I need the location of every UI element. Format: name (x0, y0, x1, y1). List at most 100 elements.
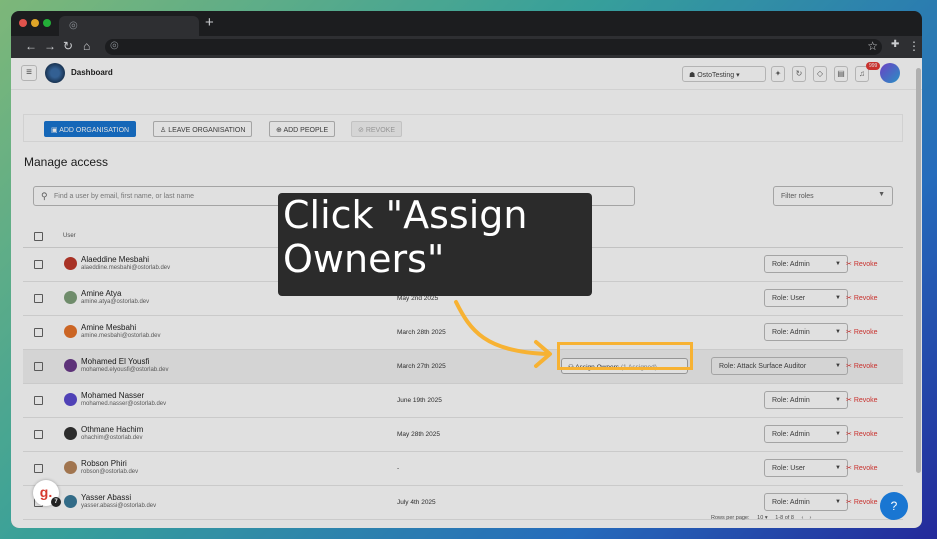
revoke-link[interactable]: ✂ Revoke (846, 294, 878, 302)
row-checkbox[interactable] (34, 260, 43, 269)
user-avatar[interactable] (880, 63, 900, 83)
ostorlab-logo[interactable] (45, 63, 65, 83)
chevron-down-icon: ▼ (835, 329, 841, 335)
user-avatar (64, 393, 77, 406)
id-card-icon[interactable]: ▤ (834, 66, 848, 82)
revoke-icon: ✂ (846, 329, 852, 336)
home-icon[interactable]: ⌂ (83, 39, 90, 53)
role-select[interactable]: Role: Admin ▼ (764, 493, 848, 511)
pagination-range: 1-8 of 8 (775, 515, 794, 521)
revoke-link[interactable]: ✂ Revoke (846, 396, 878, 404)
revoke-label: Revoke (853, 261, 878, 268)
revoke-icon: ✂ (846, 363, 852, 370)
user-email: amine.mesbahi@ostorlab.dev (81, 333, 161, 339)
table-row: Robson Phiri robson@ostorlab.dev - Role: Us… (23, 452, 903, 486)
user-avatar (64, 291, 77, 304)
revoke-label: REVOKE (365, 127, 395, 134)
row-checkbox[interactable] (34, 362, 43, 371)
new-tab-button[interactable]: + (205, 14, 214, 31)
role-select[interactable]: Role: Admin ▼ (764, 255, 848, 273)
filter-roles-select[interactable]: Filter roles ▼ (773, 186, 893, 206)
revoke-link[interactable]: ✂ Revoke (846, 328, 878, 336)
user-date: March 28th 2025 (397, 329, 446, 336)
row-checkbox[interactable] (34, 396, 43, 405)
browser-navbar: ← → ↻ ⌂ ◎ ☆ ✚ ⋮ (11, 36, 922, 58)
browser-menu-icon[interactable]: ⋮ (908, 39, 920, 53)
user-email: robson@ostorlab.dev (81, 469, 139, 475)
user-avatar (64, 257, 77, 270)
chevron-down-icon: ▼ (835, 295, 841, 301)
revoke-label: Revoke (853, 397, 878, 404)
maximize-window-dot[interactable] (43, 19, 51, 27)
user-email: ohachim@ostorlab.dev (81, 435, 143, 441)
next-page-icon[interactable]: › (810, 515, 812, 521)
globe-icon: ◎ (69, 20, 78, 31)
revoke-link[interactable]: ✂ Revoke (846, 498, 878, 506)
user-avatar (64, 359, 77, 372)
back-icon[interactable]: ← (25, 39, 37, 53)
role-value: Role: Admin (772, 397, 810, 404)
row-checkbox[interactable] (34, 294, 43, 303)
extensions-icon[interactable]: ✚ (891, 39, 899, 50)
row-checkbox[interactable] (34, 430, 43, 439)
browser-tab[interactable]: ◎ (59, 16, 199, 36)
leave-organisation-label: LEAVE ORGANISATION (168, 127, 246, 134)
row-checkbox[interactable] (34, 464, 43, 473)
user-avatar (64, 325, 77, 338)
revoke-label: Revoke (853, 329, 878, 336)
role-select[interactable]: Role: Attack Surface Auditor ▼ (711, 357, 848, 375)
refresh-icon[interactable]: ↻ (792, 66, 806, 82)
user-name: Amine Atya (81, 289, 122, 298)
minimize-window-dot[interactable] (31, 19, 39, 27)
reload-icon[interactable]: ↻ (63, 39, 73, 53)
row-checkbox[interactable] (34, 328, 43, 337)
help-button[interactable]: ? (880, 492, 908, 520)
tab-bar: ◎ + (11, 11, 922, 36)
user-name: Robson Phiri (81, 459, 127, 468)
action-toolbar: ▣ ADD ORGANISATION ♙ LEAVE ORGANISATION … (23, 114, 903, 142)
user-date: March 27th 2025 (397, 363, 446, 370)
revoke-label: Revoke (853, 465, 878, 472)
leave-organisation-button[interactable]: ♙ LEAVE ORGANISATION (153, 121, 253, 137)
rows-per-page-label: Rows per page: (711, 515, 750, 521)
organisation-name: OstoTesting (697, 72, 735, 79)
chevron-down-icon: ▼ (835, 431, 841, 437)
shield-icon[interactable]: ◇ (813, 66, 827, 82)
revoke-link[interactable]: ✂ Revoke (846, 430, 878, 438)
role-select[interactable]: Role: User ▼ (764, 289, 848, 307)
user-name: Mohamed Nasser (81, 391, 145, 400)
user-email: alaeddine.mesbahi@ostorlab.dev (81, 265, 171, 271)
bookmark-star-icon[interactable]: ☆ (867, 39, 878, 53)
g-badge[interactable]: g. 7 (33, 480, 61, 507)
prev-page-icon[interactable]: ‹ (802, 515, 804, 521)
ai-sparkle-icon[interactable]: ✦ (771, 66, 785, 82)
organisation-select[interactable]: ☗ OstoTesting ▾ (682, 66, 766, 82)
user-date: May 2nd 2025 (397, 295, 439, 302)
close-window-dot[interactable] (19, 19, 27, 27)
page-title: Dashboard (71, 68, 113, 77)
user-email: mohamed.elyousfi@ostorlab.dev (81, 367, 169, 373)
add-organisation-button[interactable]: ▣ ADD ORGANISATION (44, 121, 137, 137)
role-select[interactable]: Role: Admin ▼ (764, 323, 848, 341)
chevron-down-icon: ▼ (878, 191, 885, 198)
role-select[interactable]: Role: User ▼ (764, 459, 848, 477)
address-bar[interactable]: ◎ ☆ (105, 39, 882, 55)
role-select[interactable]: Role: Admin ▼ (764, 391, 848, 409)
page-scrollbar[interactable] (916, 68, 921, 473)
hamburger-menu-icon[interactable]: ≡ (21, 65, 37, 81)
user-date: May 28th 2025 (397, 431, 441, 438)
rows-per-page-select[interactable]: 10 (757, 515, 763, 521)
add-people-button[interactable]: ⊕ ADD PEOPLE (269, 121, 336, 137)
revoke-link[interactable]: ✂ Revoke (846, 260, 878, 268)
tutorial-arrow (454, 300, 552, 368)
revoke-button[interactable]: ⊘ REVOKE (351, 121, 402, 137)
site-info-icon[interactable]: ◎ (110, 40, 119, 51)
add-organisation-label: ADD ORGANISATION (59, 127, 130, 134)
forward-icon[interactable]: → (44, 39, 56, 53)
revoke-link[interactable]: ✂ Revoke (846, 362, 878, 370)
user-avatar (64, 427, 77, 440)
revoke-link[interactable]: ✂ Revoke (846, 464, 878, 472)
role-select[interactable]: Role: Admin ▼ (764, 425, 848, 443)
table-row: Othmane Hachim ohachim@ostorlab.dev May 28… (23, 418, 903, 452)
select-all-checkbox[interactable] (34, 232, 43, 241)
